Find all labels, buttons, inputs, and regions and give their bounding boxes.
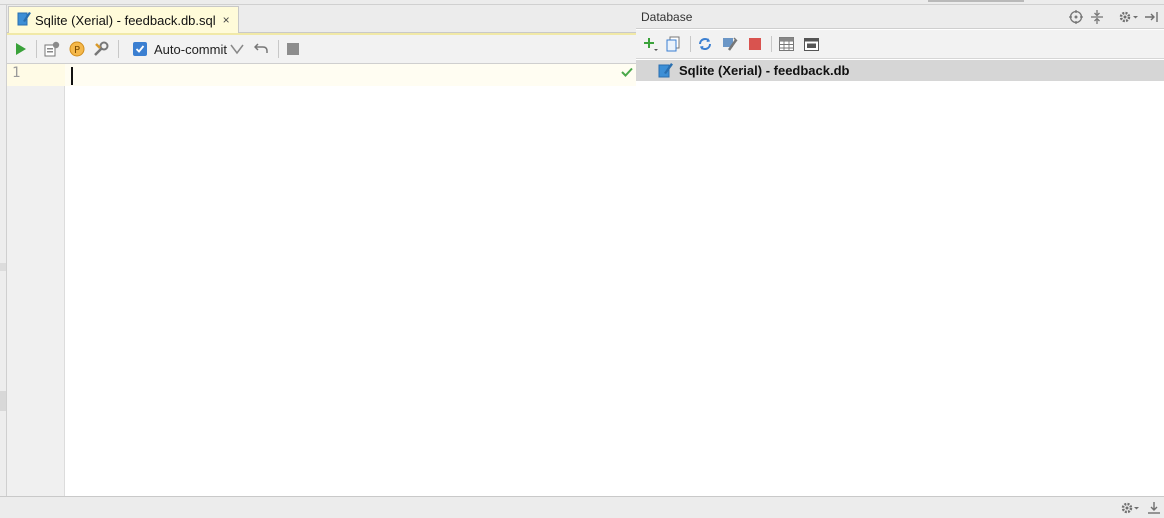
add-icon[interactable] [641,35,659,53]
scrollbar-thumb[interactable] [928,0,1024,2]
toolbar-divider [771,36,772,52]
auto-commit-toggle[interactable]: Auto-commit [133,39,227,59]
hide-icon[interactable] [1144,8,1160,26]
database-title: Database [641,10,693,24]
left-tool-strip [0,5,7,496]
sql-code-area[interactable] [65,64,636,496]
toolbar-divider [36,40,37,58]
line-number: 1 [12,65,21,81]
run-icon[interactable] [13,39,29,59]
editor-tab-label: Sqlite (Xerial) - feedback.db.sql [35,12,216,28]
copy-icon[interactable] [665,35,683,53]
parameters-icon[interactable]: P [68,39,86,59]
gear-icon[interactable] [1120,500,1140,516]
editor-tab[interactable]: Sqlite (Xerial) - feedback.db.sql × [8,6,239,33]
database-toolbar [636,30,1164,59]
datasource-icon [658,62,674,81]
left-strip-marker [0,263,6,271]
toolbar-divider [690,36,691,52]
current-line-gutter: 1 [7,64,65,86]
toolbar-divider [118,40,119,58]
tree-item-label: Sqlite (Xerial) - feedback.db [679,63,850,78]
table-icon[interactable] [777,35,795,53]
toolbar-divider [278,40,279,58]
database-tool-window: Database Sqlite (Xerial) - feedback.db [636,5,1164,496]
current-line-highlight [65,64,636,86]
auto-commit-label: Auto-commit [154,41,227,57]
svg-text:P: P [74,45,80,56]
line-number-gutter: 1 [7,64,65,496]
refresh-icon[interactable] [696,35,714,53]
stop-icon[interactable] [746,35,764,53]
rollback-icon[interactable] [253,39,269,59]
editor-tab-bar: Sqlite (Xerial) - feedback.db.sql × [7,5,636,33]
target-icon[interactable] [1069,8,1083,26]
gear-icon[interactable] [1118,8,1140,26]
close-icon[interactable]: × [223,13,230,27]
check-icon [621,65,633,80]
text-caret [71,67,73,85]
explain-plan-icon[interactable] [43,39,61,59]
settings-wrench-icon[interactable] [92,39,110,59]
stop-icon[interactable] [285,39,301,59]
editor-toolbar: P Auto-commit [7,35,636,64]
auto-commit-checkbox[interactable] [133,42,147,56]
tree-item-datasource[interactable]: Sqlite (Xerial) - feedback.db [636,60,1164,81]
database-header: Database [636,5,1164,29]
sql-editor-pane: Sqlite (Xerial) - feedback.db.sql × P Au… [7,5,636,496]
collapse-icon[interactable] [1090,8,1104,26]
sql-file-icon [17,11,31,29]
ide-window: Sqlite (Xerial) - feedback.db.sql × P Au… [0,0,1164,518]
properties-icon[interactable] [721,35,739,53]
status-bar [0,496,1164,518]
pin-icon[interactable] [1147,500,1161,516]
console-icon[interactable] [802,35,820,53]
left-strip-marker [0,391,6,411]
commit-icon[interactable] [229,39,245,59]
